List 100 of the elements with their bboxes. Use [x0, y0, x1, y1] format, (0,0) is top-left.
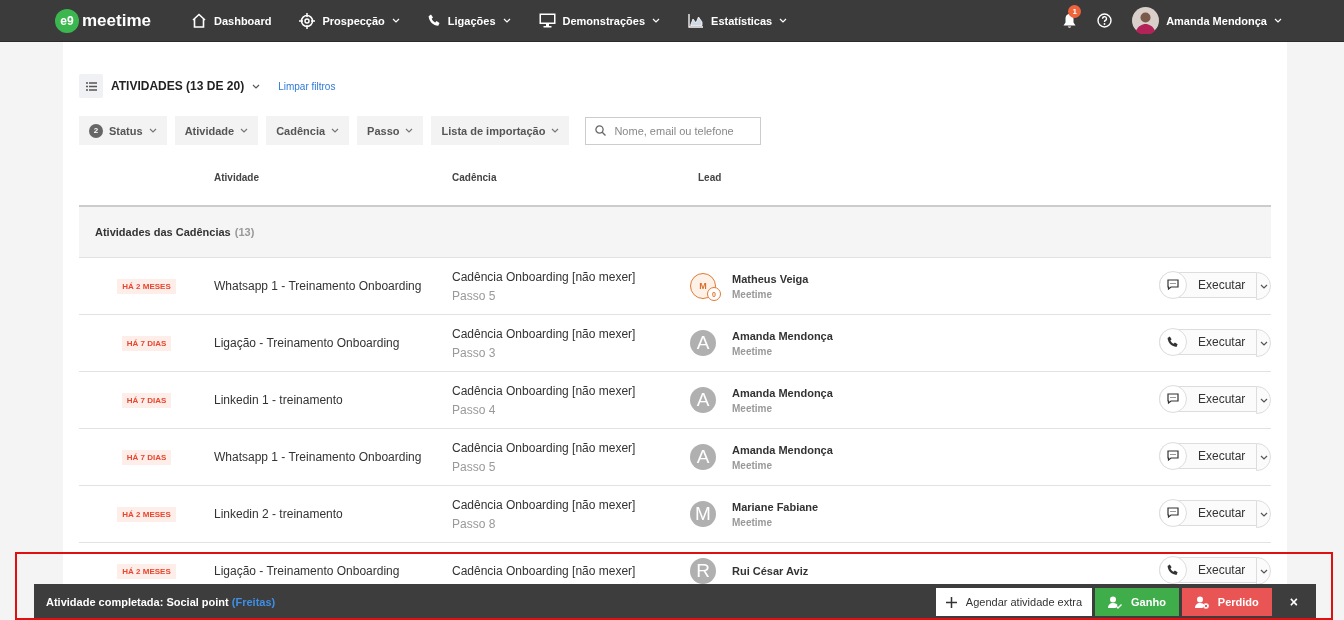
activity-name: Ligação - Treinamento Onboarding: [214, 336, 401, 350]
nav-item[interactable]: Demonstrações: [538, 13, 661, 28]
company-name: Meetime: [732, 402, 773, 414]
dropdown-button[interactable]: [1256, 557, 1271, 585]
plus-icon: [945, 596, 957, 608]
due-badge: HÁ 2 MESES: [117, 278, 176, 294]
cadence-name: Cadência Onboarding [não mexer]: [452, 564, 637, 578]
due-badge: HÁ 2 MESES: [117, 506, 176, 522]
caret-icon: [1259, 397, 1268, 403]
filter-dropdown[interactable]: 2 Status: [79, 116, 167, 145]
caret-icon: [1259, 568, 1268, 574]
cadence-name: Cadência Onboarding [não mexer]: [452, 440, 637, 455]
activity-name: Whatsapp 1 - Treinamento Onboarding: [214, 450, 423, 464]
step-label: Passo 3: [452, 345, 497, 360]
user-remove-icon: [1194, 595, 1209, 609]
group-count: (13): [234, 226, 255, 238]
column-header: Lead: [698, 171, 723, 183]
cadence-name: Cadência Onboarding [não mexer]: [452, 383, 637, 398]
column-header: Atividade: [214, 171, 260, 183]
step-label: Passo 8: [452, 516, 497, 531]
lead-name[interactable]: Mariane Fabiane: [732, 500, 819, 513]
lead-name[interactable]: Amanda Mendonça: [732, 386, 833, 399]
filter-dropdown[interactable]: Atividade: [174, 116, 259, 145]
message-icon: [1167, 279, 1179, 290]
activity-name: Linkedin 2 - treinamento: [214, 507, 344, 521]
step-label: Passo 5: [452, 288, 497, 303]
schedule-button[interactable]: Agendar atividade extra: [935, 588, 1092, 616]
chart-icon: [688, 13, 705, 28]
lead-name[interactable]: Rui César Aviz: [732, 565, 809, 577]
lead-name[interactable]: Amanda Mendonça: [732, 329, 833, 342]
step-label: Passo 4: [452, 402, 497, 417]
lead-name[interactable]: Matheus Veiga: [732, 272, 809, 285]
execute-button[interactable]: Executar: [1159, 443, 1257, 469]
nav-item[interactable]: Estatísticas: [688, 13, 788, 28]
nav-item[interactable]: Ligações: [427, 14, 511, 27]
caret-icon: [1259, 454, 1268, 460]
company-name: Meetime: [732, 516, 773, 528]
lead-avatar: A: [690, 444, 716, 470]
search-field[interactable]: Nome, email ou telefone: [585, 116, 762, 145]
lead-name[interactable]: Amanda Mendonça: [732, 443, 833, 456]
monitor-icon: [538, 13, 556, 28]
lead-avatar: A: [690, 330, 716, 356]
home-icon: [191, 13, 207, 28]
search-icon: [595, 124, 607, 136]
cadence-name: Cadência Onboarding [não mexer]: [452, 269, 637, 284]
help-icon[interactable]: [1097, 13, 1113, 28]
page-title: ATIVIDADES (13 DE 20): [111, 79, 245, 93]
cadence-name: Cadência Onboarding [não mexer]: [452, 497, 637, 512]
execute-button[interactable]: Executar: [1159, 500, 1257, 526]
filter-dropdown[interactable]: Passo: [357, 116, 424, 145]
filter-dropdown[interactable]: Cadência: [266, 116, 350, 145]
caret-icon: [551, 128, 560, 133]
list-icon[interactable]: [85, 81, 97, 91]
phone-icon: [1167, 335, 1179, 348]
message-icon: [1167, 450, 1179, 461]
execute-button[interactable]: Executar: [1159, 329, 1257, 355]
company-name: Meetime: [732, 459, 773, 471]
count-badge: 2: [89, 123, 103, 138]
user-menu[interactable]: Amanda Mendonça: [1132, 7, 1282, 34]
due-badge: HÁ 7 DIAS: [121, 449, 172, 465]
column-header: Cadência: [452, 171, 498, 183]
caret-icon: [1259, 340, 1268, 346]
due-badge: HÁ 2 MESES: [117, 563, 176, 579]
filter-dropdown[interactable]: Lista de importação: [431, 116, 570, 145]
lost-button[interactable]: Perdido: [1181, 588, 1272, 616]
user-check-icon: [1108, 595, 1122, 609]
step-label: Passo 5: [452, 459, 497, 474]
user-avatar: [1132, 7, 1160, 34]
crosshair-icon: [299, 12, 316, 29]
lead-avatar: A: [690, 387, 716, 413]
caret-icon: [1259, 283, 1268, 289]
phone-icon: [1167, 563, 1179, 576]
activity-name: Linkedin 1 - treinamento: [214, 393, 344, 407]
group-title: Atividades das Cadências: [95, 226, 231, 238]
close-button[interactable]: ×: [1283, 594, 1304, 610]
caret-icon: [148, 128, 157, 133]
caret-icon: [1259, 511, 1268, 517]
caret-icon: [240, 128, 249, 133]
message-icon: [1167, 393, 1179, 404]
lead-avatar: R: [690, 558, 716, 584]
message-icon: [1167, 507, 1179, 518]
caret-icon: [252, 83, 261, 89]
nav-item[interactable]: Dashboard: [191, 13, 272, 28]
execute-button[interactable]: Executar: [1159, 557, 1257, 583]
caret-icon: [1274, 18, 1282, 23]
caret-icon: [405, 128, 414, 133]
company-name: Meetime: [732, 288, 773, 300]
due-badge: HÁ 7 DIAS: [121, 335, 172, 351]
notification-badge: 1: [1068, 4, 1082, 18]
nav-item[interactable]: Prospecção: [299, 12, 400, 29]
clear-filters-link[interactable]: Limpar filtros: [278, 80, 336, 92]
company-name: Meetime: [732, 345, 773, 357]
cadence-name: Cadência Onboarding [não mexer]: [452, 326, 637, 341]
phone-icon: [427, 14, 441, 27]
logo-mark: e9: [55, 8, 79, 33]
lead-avatar: M: [690, 501, 716, 527]
execute-button[interactable]: Executar: [1159, 386, 1257, 412]
logo-text: meetime: [82, 10, 151, 31]
due-badge: HÁ 7 DIAS: [121, 392, 172, 408]
execute-button[interactable]: Executar: [1159, 272, 1257, 298]
